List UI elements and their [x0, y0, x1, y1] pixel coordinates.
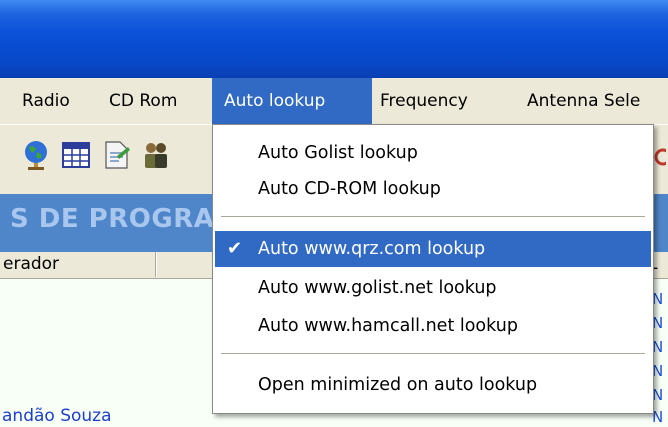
title-bar	[0, 0, 668, 78]
menu-separator	[221, 216, 645, 217]
menu-item-label: Auto CD-ROM lookup	[258, 179, 441, 199]
menu-bar: Radio CD Rom Auto lookup Frequency Anten…	[0, 78, 668, 124]
menu-item-label: Auto www.qrz.com lookup	[258, 239, 486, 259]
menu-separator	[221, 353, 645, 354]
menu-item-label: Auto www.hamcall.net lookup	[258, 316, 518, 336]
menu-item-auto-qrz-lookup[interactable]: ✔ Auto www.qrz.com lookup	[215, 231, 651, 267]
menu-item-auto-hamcall-lookup[interactable]: Auto www.hamcall.net lookup	[215, 308, 651, 344]
banner-title: S DE PROGRAM	[10, 204, 241, 234]
menu-item-auto-golist-lookup[interactable]: Auto Golist lookup	[215, 135, 651, 171]
menu-item-auto-cd-rom-lookup[interactable]: Auto CD-ROM lookup	[215, 171, 651, 207]
menu-radio[interactable]: Radio	[12, 78, 80, 124]
menu-cd-rom[interactable]: CD Rom	[99, 78, 187, 124]
menu-antenna-select[interactable]: Antenna Sele	[517, 78, 650, 124]
menu-item-open-minimized[interactable]: Open minimized on auto lookup	[215, 367, 651, 403]
menu-item-label: Auto www.golist.net lookup	[258, 278, 497, 298]
people-icon[interactable]	[140, 139, 172, 171]
menu-item-label: Auto Golist lookup	[258, 143, 418, 163]
table-row-name[interactable]: andão Souza	[2, 406, 112, 426]
menu-item-label: Open minimized on auto lookup	[258, 375, 538, 395]
globe-icon[interactable]	[20, 139, 52, 171]
document-icon[interactable]	[100, 139, 132, 171]
grid-icon[interactable]	[60, 139, 92, 171]
column-header-operador[interactable]: erador	[0, 252, 157, 277]
menu-item-auto-golist-net-lookup[interactable]: Auto www.golist.net lookup	[215, 270, 651, 306]
auto-lookup-dropdown: Auto Golist lookup Auto CD-ROM lookup ✔ …	[212, 124, 654, 414]
checkmark-icon: ✔	[227, 238, 243, 259]
toolbar-overflow-icon[interactable]	[654, 139, 668, 171]
menu-auto-lookup[interactable]: Auto lookup	[212, 78, 372, 124]
menu-frequency[interactable]: Frequency	[370, 78, 478, 124]
